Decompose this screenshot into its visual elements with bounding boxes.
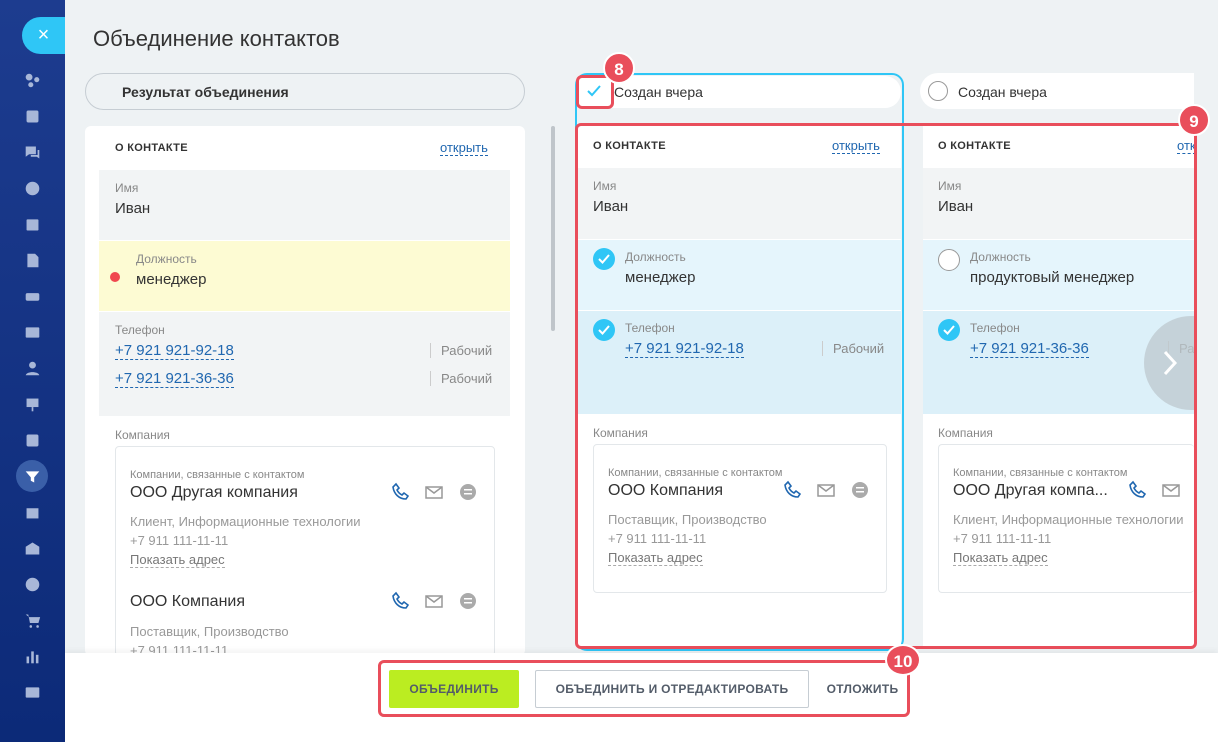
result-phone-2-type: Рабочий xyxy=(430,371,492,386)
nav-drive-icon[interactable] xyxy=(22,286,42,306)
chat-icon[interactable] xyxy=(458,482,478,502)
phone-icon[interactable] xyxy=(391,482,411,502)
nav-sites-icon[interactable] xyxy=(22,502,42,522)
result-company-1-phone: +7 911 111-11-11 xyxy=(130,533,229,548)
mail-icon[interactable] xyxy=(424,591,444,611)
result-company-2-meta: Поставщик, Производство xyxy=(130,624,289,639)
result-position-value: менеджер xyxy=(136,271,207,288)
result-tab[interactable]: Результат объединения xyxy=(85,73,525,110)
checkmark-icon xyxy=(587,85,601,97)
nav-groups-icon[interactable] xyxy=(22,178,42,198)
nav-mail-icon[interactable] xyxy=(22,322,42,342)
result-phone-1[interactable]: +7 921 921-92-18 xyxy=(115,342,234,360)
result-company-label: Компания xyxy=(115,428,170,442)
result-companies-related-label: Компании, связанные с контактом xyxy=(130,469,305,481)
scrollbar[interactable] xyxy=(551,126,555,331)
nav-store-icon[interactable] xyxy=(22,538,42,558)
phone-icon[interactable] xyxy=(391,591,411,611)
nav-cart-icon[interactable] xyxy=(22,610,42,630)
result-phone-label: Телефон xyxy=(115,323,165,337)
result-phone-2[interactable]: +7 921 921-36-36 xyxy=(115,370,234,388)
nav-target-icon[interactable] xyxy=(22,574,42,594)
nav-board-icon[interactable] xyxy=(22,394,42,414)
highlight-box-9 xyxy=(575,123,1197,649)
nav-docs-icon[interactable] xyxy=(22,250,42,270)
result-phone-1-type: Рабочий xyxy=(430,343,492,358)
chat-icon[interactable] xyxy=(458,591,478,611)
badge-8: 8 xyxy=(603,52,635,84)
close-button[interactable]: × xyxy=(22,17,65,54)
page-title: Объединение контактов xyxy=(93,26,340,51)
nav-analytics-icon[interactable] xyxy=(22,646,42,666)
result-company-2-name[interactable]: ООО Компания xyxy=(130,593,245,611)
result-name-field xyxy=(99,170,510,240)
nav-chat-icon[interactable] xyxy=(22,142,42,162)
nav-crm-icon[interactable] xyxy=(22,70,42,90)
result-company-1-name[interactable]: ООО Другая компания xyxy=(130,484,298,502)
result-company-1-meta: Клиент, Информационные технологии xyxy=(130,514,361,529)
col2-header-label: Создан вчера xyxy=(958,84,1047,100)
nav-contact-center-icon[interactable] xyxy=(22,682,42,702)
result-position-label: Должность xyxy=(136,252,197,266)
col1-header-label: Создан вчера xyxy=(614,84,703,100)
nav-tasks-icon[interactable] xyxy=(22,430,42,450)
merge-edit-button[interactable]: ОБЪЕДИНИТЬ И ОТРЕДАКТИРОВАТЬ xyxy=(535,670,809,708)
result-open-link[interactable]: открыть xyxy=(440,141,488,156)
nav-employees-icon[interactable] xyxy=(22,358,42,378)
result-name-label: Имя xyxy=(115,181,139,195)
changed-dot-icon xyxy=(110,272,120,282)
merge-button[interactable]: ОБЪЕДИНИТЬ xyxy=(389,670,519,708)
badge-9: 9 xyxy=(1178,104,1210,136)
result-section-label: О КОНТАКТЕ xyxy=(115,142,188,154)
col2-select-radio[interactable] xyxy=(928,81,948,101)
sidebar: × xyxy=(0,0,65,742)
nav-funnel-icon[interactable] xyxy=(22,466,42,486)
mail-icon[interactable] xyxy=(424,482,444,502)
postpone-button[interactable]: ОТЛОЖИТЬ xyxy=(820,670,905,708)
result-name-value: Иван xyxy=(115,200,151,217)
result-company-1-address-link[interactable]: Показать адрес xyxy=(130,553,225,568)
nav-calendar-icon[interactable] xyxy=(22,214,42,234)
nav-feed-icon[interactable] xyxy=(22,106,42,126)
